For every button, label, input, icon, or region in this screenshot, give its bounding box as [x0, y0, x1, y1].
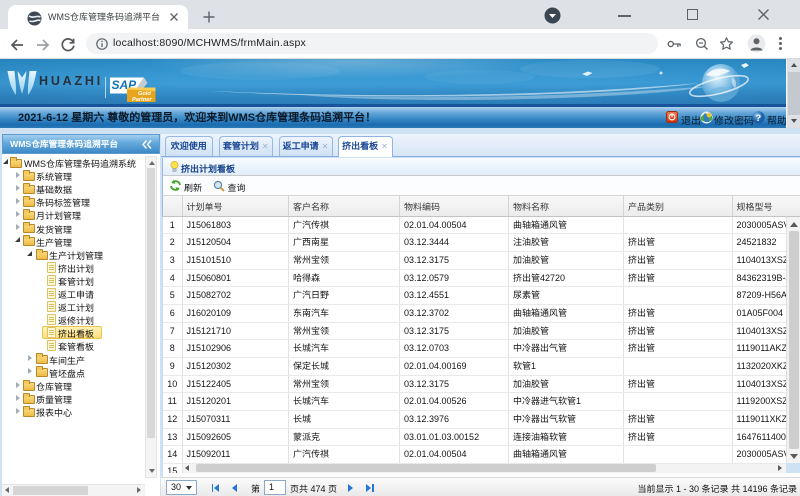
svg-text:Partner: Partner	[132, 97, 152, 103]
svg-text:?: ?	[755, 113, 761, 124]
